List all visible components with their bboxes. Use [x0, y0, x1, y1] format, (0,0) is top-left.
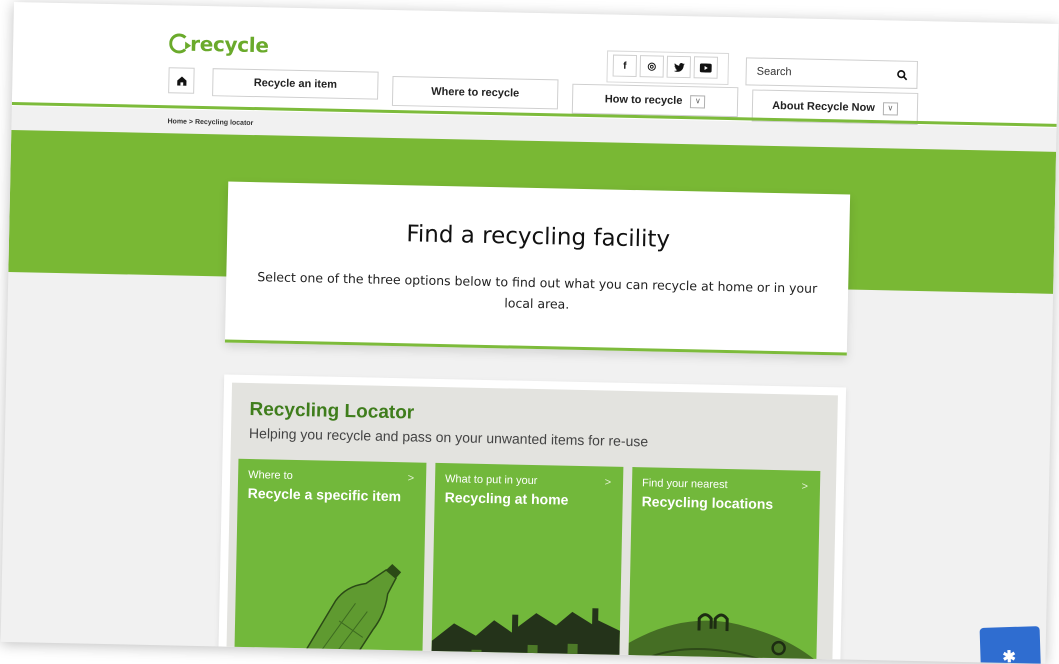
card-kicker: What to put in your	[444, 473, 538, 488]
page-title: Find a recycling facility	[406, 221, 671, 253]
search-button[interactable]	[886, 61, 917, 88]
card-kicker: Where to	[248, 469, 293, 482]
breadcrumb-current: Recycling locator	[194, 118, 254, 128]
logo-text: recycle	[189, 31, 269, 58]
nav-label: Recycle an item	[253, 77, 338, 91]
search-box	[745, 57, 918, 89]
locator-title: Recycling Locator	[249, 399, 415, 424]
locator-subtitle: Helping you recycle and pass on your unw…	[248, 425, 649, 450]
nav-how-to-recycle[interactable]: How to recycle ∨	[571, 83, 739, 118]
card-recycling-locations[interactable]: Find your nearest > Recycling locations	[627, 467, 821, 664]
hero-card: Find a recycling facility Select one of …	[224, 181, 851, 356]
search-icon	[896, 69, 907, 80]
youtube-glyph	[699, 62, 712, 73]
card-recycling-at-home[interactable]: What to put in your > Recycling at home	[431, 462, 624, 664]
hero-description: Select one of the three options below to…	[257, 269, 818, 312]
card-title: Recycle a specific item	[247, 485, 402, 505]
locator-inner: Recycling Locator Helping you recycle an…	[226, 382, 838, 664]
chevron-right-icon: >	[604, 476, 612, 489]
recycling-bank-illustration	[627, 613, 817, 664]
instagram-glyph: ◎	[647, 60, 657, 72]
card-title: Recycling locations	[641, 493, 774, 513]
youtube-icon[interactable]	[693, 56, 719, 79]
houses-illustration	[431, 608, 620, 664]
recycle-logo-icon	[168, 33, 190, 54]
card-recycle-specific-item[interactable]: Where to > Recycle a specific item	[234, 458, 427, 664]
settings-icon: ✱	[1002, 648, 1017, 664]
card-kicker: Find your nearest	[641, 477, 728, 492]
twitter-icon[interactable]	[666, 55, 692, 79]
chevron-right-icon: >	[407, 472, 415, 485]
breadcrumb-separator: >	[188, 118, 194, 126]
instagram-icon[interactable]: ◎	[639, 55, 665, 78]
chevron-down-icon[interactable]: ∨	[690, 94, 706, 108]
card-title: Recycling at home	[444, 489, 569, 508]
search-input[interactable]	[746, 58, 897, 88]
twitter-glyph	[673, 62, 685, 72]
site-header: recycle Recycle an item Where to recycle…	[11, 2, 1059, 128]
help-widget-button[interactable]: ✱	[979, 626, 1042, 664]
nav-label: Where to recycle	[431, 85, 520, 100]
breadcrumb-home[interactable]: Home	[167, 118, 187, 125]
home-icon	[176, 75, 186, 86]
facebook-glyph: f	[623, 60, 627, 72]
home-button[interactable]	[168, 67, 195, 94]
nav-label: About Recycle Now	[772, 99, 875, 115]
nav-label: How to recycle	[604, 93, 683, 108]
recycling-locator-panel: Recycling Locator Helping you recycle an…	[218, 374, 847, 664]
plastic-bottle-illustration	[292, 564, 402, 664]
breadcrumb: Home > Recycling locator	[167, 118, 253, 127]
nav-where-to-recycle[interactable]: Where to recycle	[391, 75, 559, 110]
nav-recycle-an-item[interactable]: Recycle an item	[212, 68, 379, 100]
facebook-icon[interactable]: f	[612, 54, 638, 78]
chevron-right-icon: >	[801, 480, 809, 493]
chevron-down-icon[interactable]: ∨	[882, 101, 898, 116]
browser-page: recycle Recycle an item Where to recycle…	[0, 2, 1059, 664]
site-logo[interactable]: recycle	[168, 31, 269, 58]
